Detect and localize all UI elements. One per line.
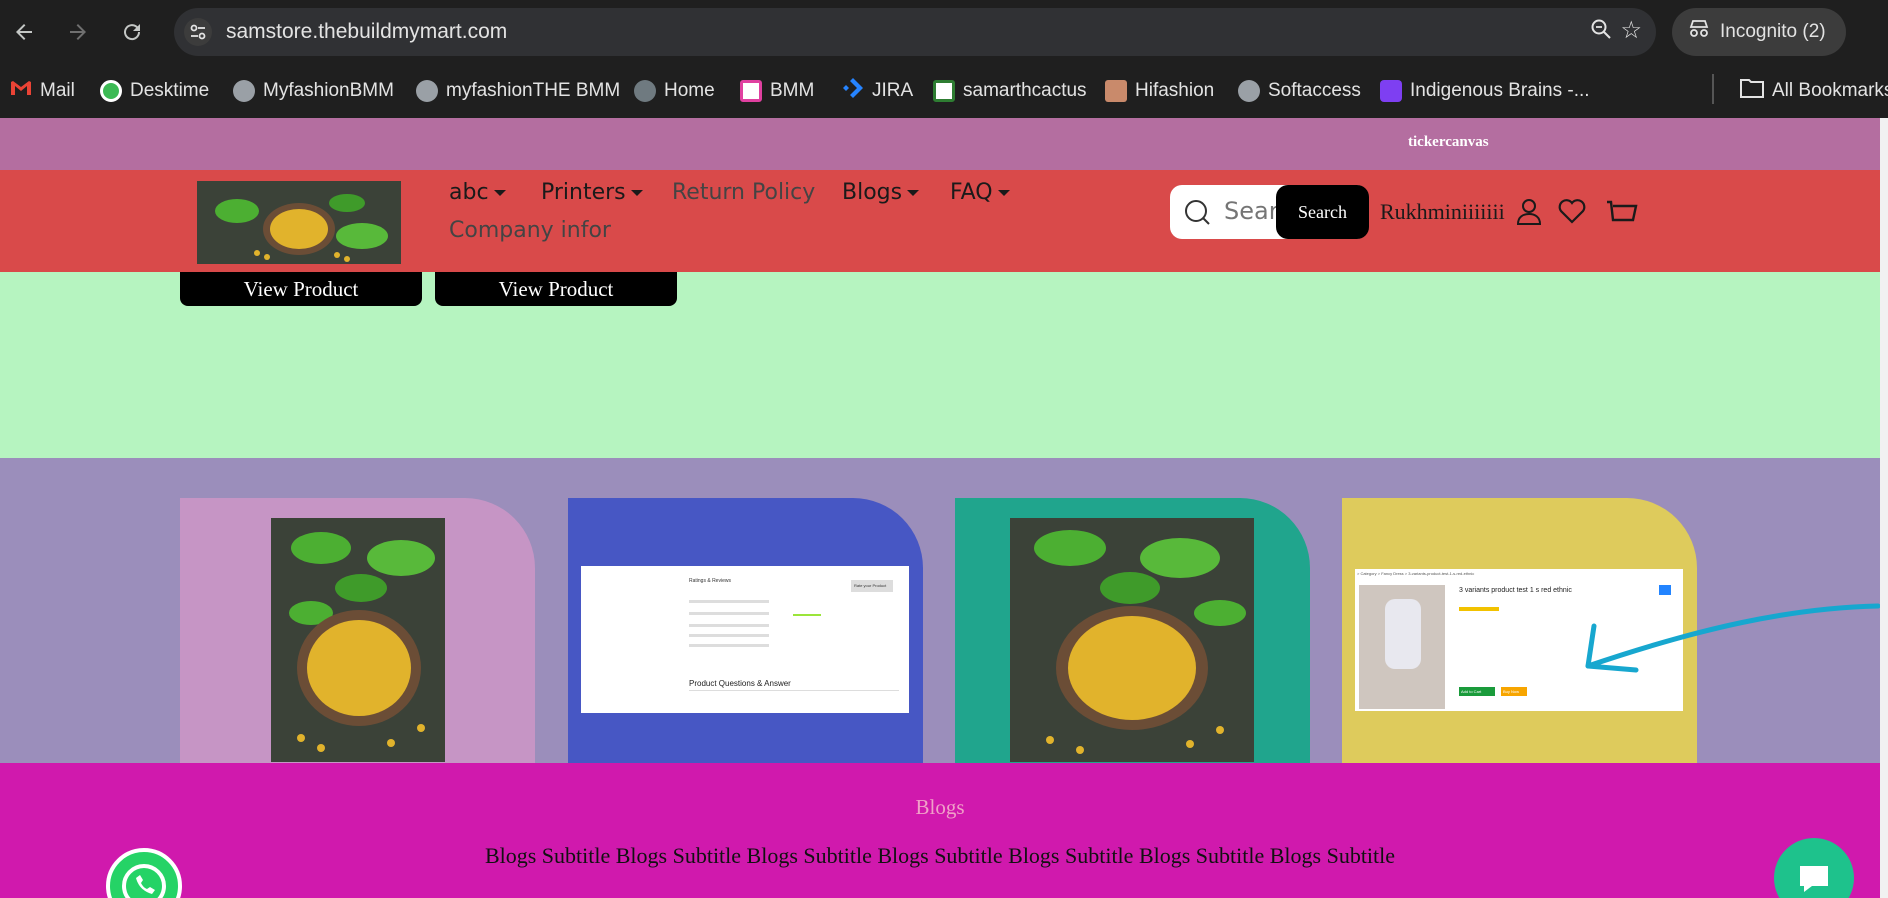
site-logo[interactable] [197,181,401,264]
ticker-text: tickercanvas [1408,134,1489,150]
reload-icon[interactable] [114,14,150,50]
bookmarks-divider [1712,74,1714,104]
nav-abc[interactable]: abc [449,180,506,205]
chat-icon [1800,866,1828,892]
bookmark-indigenous-brains[interactable]: Indigenous Brains -... [1380,76,1590,106]
desktime-icon [100,80,122,102]
chevron-down-icon [907,190,920,196]
user-icon[interactable] [1514,196,1544,226]
view-product-button[interactable]: View Product [180,272,422,306]
cart-icon[interactable] [1605,196,1639,226]
blogs-title: Blogs [915,795,965,819]
heart-icon[interactable] [1557,196,1587,226]
browser-toolbar: samstore.thebuildmymart.com ☆ Incognito … [0,0,1888,64]
bookmark-star-icon[interactable]: ☆ [1620,16,1642,45]
globe-icon [233,80,255,102]
bookmark-hifashion[interactable]: Hifashion [1105,76,1214,106]
bookmark-samarthcactus[interactable]: samarthcactus [933,76,1087,106]
chevron-down-icon [630,190,643,196]
blogs-subtitle: Blogs Subtitle Blogs Subtitle Blogs Subt… [484,843,1396,868]
search-button[interactable]: Search [1276,185,1369,239]
bookmark-myfashionthebmm[interactable]: myfashionTHE BMM [416,76,620,106]
folder-icon [1740,78,1764,104]
user-name-link[interactable]: Rukhminiiiiiii [1380,199,1505,225]
nav-blogs[interactable]: Blogs [842,180,920,205]
chevron-down-icon [997,190,1010,196]
chevron-down-icon [493,190,506,196]
incognito-label: Incognito (2) [1720,21,1826,42]
blogs-section: Blogs Blogs Subtitle Blogs Subtitle Blog… [0,763,1880,898]
url-text[interactable]: samstore.thebuildmymart.com [226,20,507,44]
ticker-bar: tickercanvas [0,118,1880,170]
gmail-icon [10,79,32,103]
hifashion-icon [1105,80,1127,102]
site-header: abc Printers Return Policy Blogs FAQ Com… [0,170,1880,272]
page-viewport: tickercanvas abc Printers Return Policy [0,118,1880,898]
zoom-icon[interactable] [1590,18,1612,46]
indigenous-brains-icon [1380,80,1402,102]
card-image [271,518,445,762]
whatsapp-button[interactable] [106,848,182,898]
bookmark-home[interactable]: Home [634,76,715,106]
all-bookmarks[interactable]: All Bookmarks [1740,76,1888,106]
bookmarks-bar: Mail Desktime MyfashionBMM myfashionTHE … [0,64,1888,118]
search-icon [1184,199,1210,225]
bmm-icon [740,80,762,102]
incognito-button[interactable]: Incognito (2) [1672,8,1846,56]
back-icon[interactable] [6,14,42,50]
incognito-icon [1688,19,1710,45]
site-info-icon[interactable] [184,18,212,46]
card-image: Ratings & Reviews Rate your Product Prod… [581,566,909,713]
nav-return-policy[interactable]: Return Policy [672,180,815,205]
cactus-icon [933,80,955,102]
bookmark-softaccess[interactable]: Softaccess [1238,76,1361,106]
bookmark-desktime[interactable]: Desktime [100,76,209,106]
search-input[interactable] [1224,197,1284,225]
globe-icon [1238,80,1260,102]
page-scrollbar[interactable] [1880,118,1888,898]
nav-printers[interactable]: Printers [541,180,643,205]
bookmark-mail[interactable]: Mail [10,76,75,106]
nav-company-info[interactable]: Company infor [449,218,611,243]
annotation-arrow [1580,598,1880,698]
nav-faq[interactable]: FAQ [950,180,1010,205]
forward-icon[interactable] [60,14,96,50]
globe-icon [634,80,656,102]
jira-icon [842,77,864,105]
globe-icon [416,80,438,102]
view-product-button[interactable]: View Product [435,272,677,306]
bookmark-jira[interactable]: JIRA [842,76,913,106]
card-image [1010,518,1254,762]
chat-widget-button[interactable] [1774,838,1854,898]
bookmark-myfashionbmm[interactable]: MyfashionBMM [233,76,394,106]
bookmark-bmm[interactable]: BMM [740,76,814,106]
address-bar[interactable]: samstore.thebuildmymart.com ☆ [174,8,1656,56]
whatsapp-icon [122,864,166,898]
